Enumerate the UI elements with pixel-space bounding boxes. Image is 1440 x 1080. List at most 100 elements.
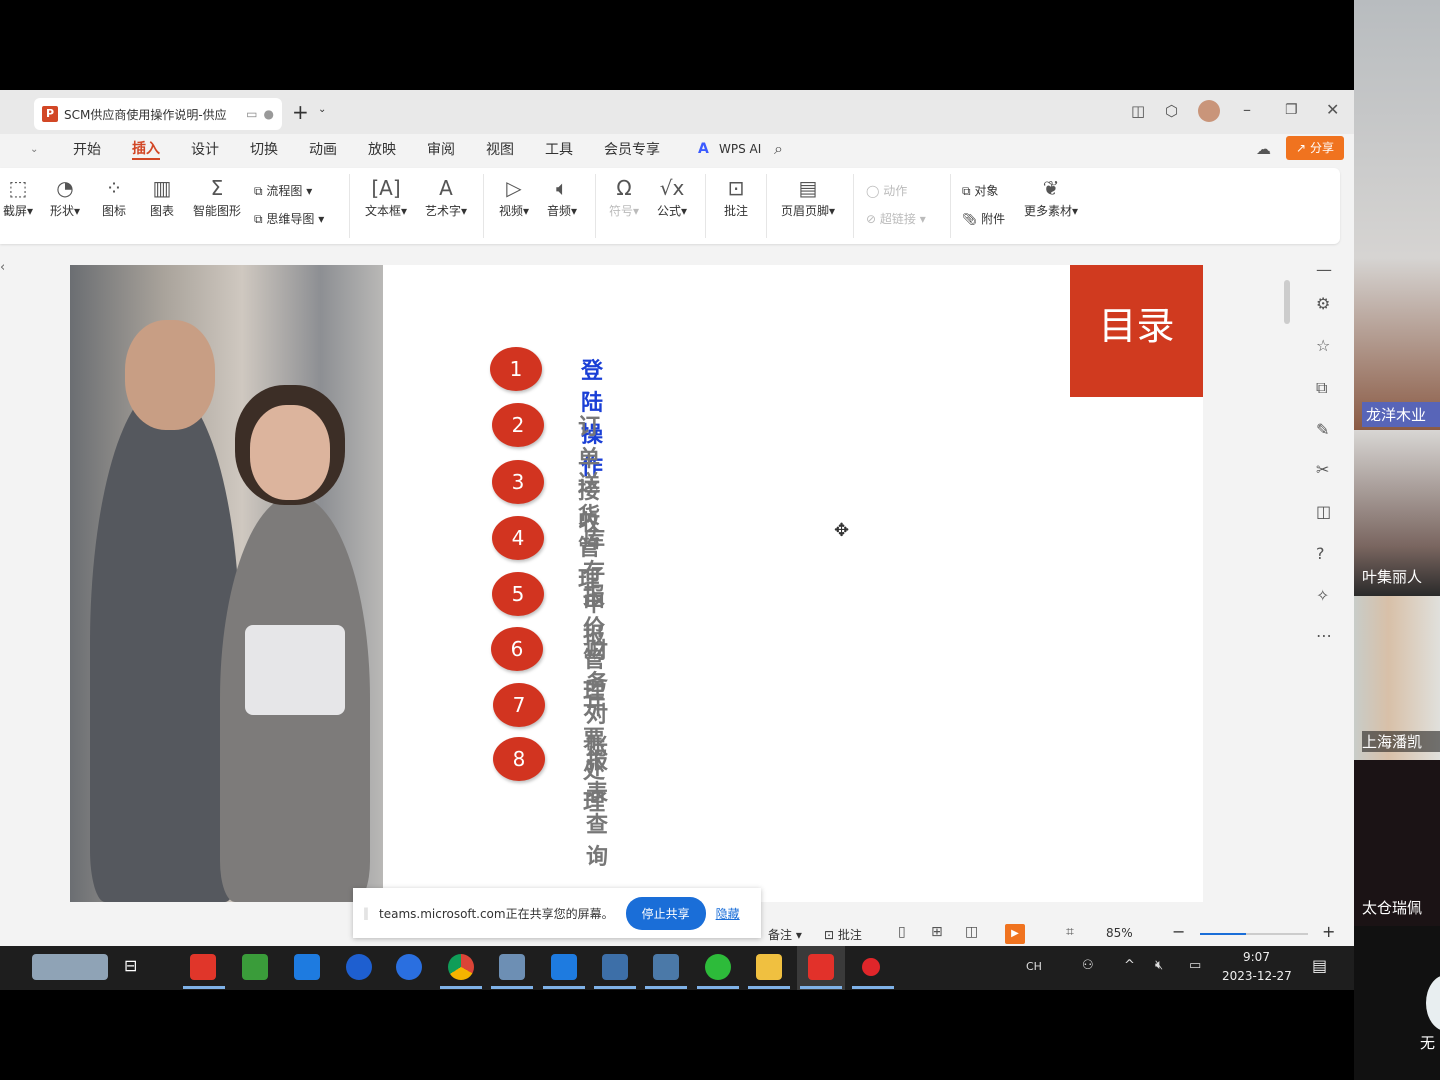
app-icon[interactable]	[396, 954, 422, 980]
tools-icon[interactable]: ✂	[1316, 460, 1329, 479]
textbox-button[interactable]: [A] 文本框▾	[360, 174, 412, 219]
menu-view[interactable]: 视图	[486, 139, 514, 159]
zoom-in-button[interactable]: +	[1322, 922, 1335, 941]
more-icon[interactable]: ⋯	[1316, 626, 1332, 645]
search-icon[interactable]: ⌕	[774, 139, 783, 159]
sign-icon[interactable]: ✎	[1316, 420, 1329, 439]
cube-icon[interactable]: ⬡	[1165, 102, 1178, 120]
participant-avatar[interactable]	[1426, 975, 1440, 1031]
app-icon[interactable]	[346, 954, 372, 980]
label: 批注	[837, 928, 862, 942]
zoom-slider[interactable]	[1200, 933, 1308, 935]
minus-icon[interactable]: —	[1316, 260, 1332, 279]
menu-animation[interactable]: 动画	[309, 139, 337, 159]
more-materials-button[interactable]: ❦ 更多素材▾	[1020, 174, 1082, 219]
object-button[interactable]: ⧉ 对象	[962, 182, 998, 199]
menu-insert[interactable]: 插入	[132, 138, 160, 160]
wps-icon[interactable]	[808, 954, 834, 980]
task-view-icon[interactable]: ⊟	[124, 956, 137, 975]
app-icon[interactable]	[242, 954, 268, 980]
reading-view-icon[interactable]: ◫	[965, 924, 978, 940]
formula-button[interactable]: √x 公式▾	[650, 174, 694, 219]
participant-tile[interactable]	[1354, 0, 1440, 430]
screenshot-button[interactable]: ⬚ 截屏▾	[0, 174, 36, 219]
taskbar: ⊟ CH ⚇ ^ 🔇︎ ▭ 9:07 2023-12-27 ▤	[0, 946, 1354, 990]
zoom-level[interactable]: 85%	[1106, 926, 1133, 940]
collapse-panel-icon[interactable]: ‹	[0, 260, 5, 275]
record-icon[interactable]	[862, 958, 880, 976]
new-tab-button[interactable]: +	[292, 100, 309, 124]
hyperlink-button[interactable]: ⊘ 超链接 ▾	[866, 210, 926, 227]
clock-time[interactable]: 9:07	[1243, 950, 1270, 964]
mindmap-button[interactable]: ⧉ 思维导图 ▾	[254, 210, 324, 227]
adjust-icon[interactable]: ⚙	[1316, 294, 1330, 313]
transition-icon[interactable]: ⧉	[1316, 378, 1327, 398]
close-button[interactable]: ✕	[1326, 100, 1339, 119]
layout-icon[interactable]: ◫	[1131, 102, 1145, 120]
puzzle-icon[interactable]: ✧	[1316, 586, 1329, 605]
header-footer-button[interactable]: ▤ 页眉页脚▾	[776, 174, 840, 219]
chart-button[interactable]: ▥ 图表	[144, 174, 180, 219]
chevron-down-icon[interactable]: ⌄	[318, 104, 326, 115]
wordart-button[interactable]: A 艺术字▾	[420, 174, 472, 219]
app-icon[interactable]	[294, 954, 320, 980]
menu-bar: ⌄ 开始 插入 设计 切换 动画 放映 审阅 视图 工具 会员专享 A WPS …	[0, 136, 1354, 162]
action-button[interactable]: ◯ 动作	[866, 182, 907, 199]
notification-icon[interactable]: ▤	[1312, 956, 1327, 975]
minimize-button[interactable]: –	[1243, 100, 1251, 119]
ime-indicator[interactable]: CH	[1026, 960, 1042, 973]
drag-handle[interactable]: ‖	[363, 906, 369, 920]
app-icon[interactable]	[653, 954, 679, 980]
menu-transition[interactable]: 切换	[250, 139, 278, 159]
comment-button[interactable]: ⊡ 批注	[714, 174, 758, 219]
wechat-icon[interactable]	[705, 954, 731, 980]
avatar[interactable]	[1198, 100, 1220, 122]
menu-design[interactable]: 设计	[191, 139, 219, 159]
shape-button[interactable]: ◔ 形状▾	[46, 174, 84, 219]
share-button[interactable]: ↗ 分享	[1286, 136, 1344, 160]
volume-muted-icon[interactable]: 🔇︎	[1155, 958, 1163, 973]
menu-start[interactable]: 开始	[73, 139, 101, 159]
video-button[interactable]: ▷ 视频▾	[492, 174, 536, 219]
computer-icon[interactable]	[499, 954, 525, 980]
flowchart-button[interactable]: ⧉ 流程图 ▾	[254, 182, 312, 199]
menu-tools[interactable]: 工具	[545, 139, 573, 159]
notes-button[interactable]: 备注 ▾	[768, 926, 802, 943]
document-tab[interactable]: P SCM供应商使用操作说明-供应 ▭ ●	[34, 98, 282, 130]
fit-icon[interactable]: ⌗	[1066, 924, 1074, 940]
app-icon[interactable]	[190, 954, 216, 980]
menu-review[interactable]: 审阅	[427, 139, 455, 159]
audio-button[interactable]: 🔈︎ 音频▾	[540, 174, 584, 219]
scm-icon[interactable]	[602, 954, 628, 980]
normal-view-icon[interactable]: ▯	[898, 924, 906, 940]
chevron-up-icon[interactable]: ^	[1124, 958, 1135, 973]
symbol-button[interactable]: Ω 符号▾	[602, 174, 646, 219]
help-icon[interactable]: ?	[1316, 544, 1325, 563]
star-icon[interactable]: ☆	[1316, 336, 1330, 355]
people-icon[interactable]: ⚇	[1082, 958, 1094, 973]
grid-view-icon[interactable]: ⊞	[931, 924, 943, 940]
restore-button[interactable]: ❐	[1285, 102, 1298, 118]
vertical-scrollbar[interactable]	[1284, 280, 1290, 324]
app-icon[interactable]	[551, 954, 577, 980]
smartart-button[interactable]: Σ 智能图形	[190, 174, 244, 219]
play-button[interactable]: ▶	[1005, 924, 1025, 944]
comment-status-button[interactable]: ⊡ 批注	[824, 926, 862, 943]
toc-item-8[interactable]: 报表查询	[586, 743, 608, 871]
clock-date[interactable]: 2023-12-27	[1222, 969, 1292, 983]
wps-ai-button[interactable]: WPS AI	[719, 142, 761, 156]
icons-button[interactable]: ⁘ 图标	[96, 174, 132, 219]
stop-sharing-button[interactable]: 停止共享	[625, 896, 706, 930]
zoom-out-button[interactable]: −	[1172, 922, 1185, 941]
menu-member[interactable]: 会员专享	[604, 139, 660, 159]
cloud-icon[interactable]: ☁	[1256, 140, 1271, 158]
chevron-down-icon[interactable]: ⌄	[30, 144, 38, 155]
attachment-button[interactable]: 📎︎ 附件	[962, 210, 1005, 227]
menu-slideshow[interactable]: 放映	[368, 139, 396, 159]
book-icon[interactable]: ◫	[1316, 502, 1331, 521]
file-explorer-icon[interactable]	[756, 954, 782, 980]
chrome-icon[interactable]	[448, 954, 474, 980]
hide-link[interactable]: 隐藏	[716, 905, 740, 922]
battery-icon[interactable]: ▭	[1189, 958, 1201, 973]
slide[interactable]: 目录 1 登陆操作 2 订单接收 3 送货管理 4 库存申报 5 报价管理 6 财务对账 7 开票处理 8 报…	[70, 265, 1203, 902]
